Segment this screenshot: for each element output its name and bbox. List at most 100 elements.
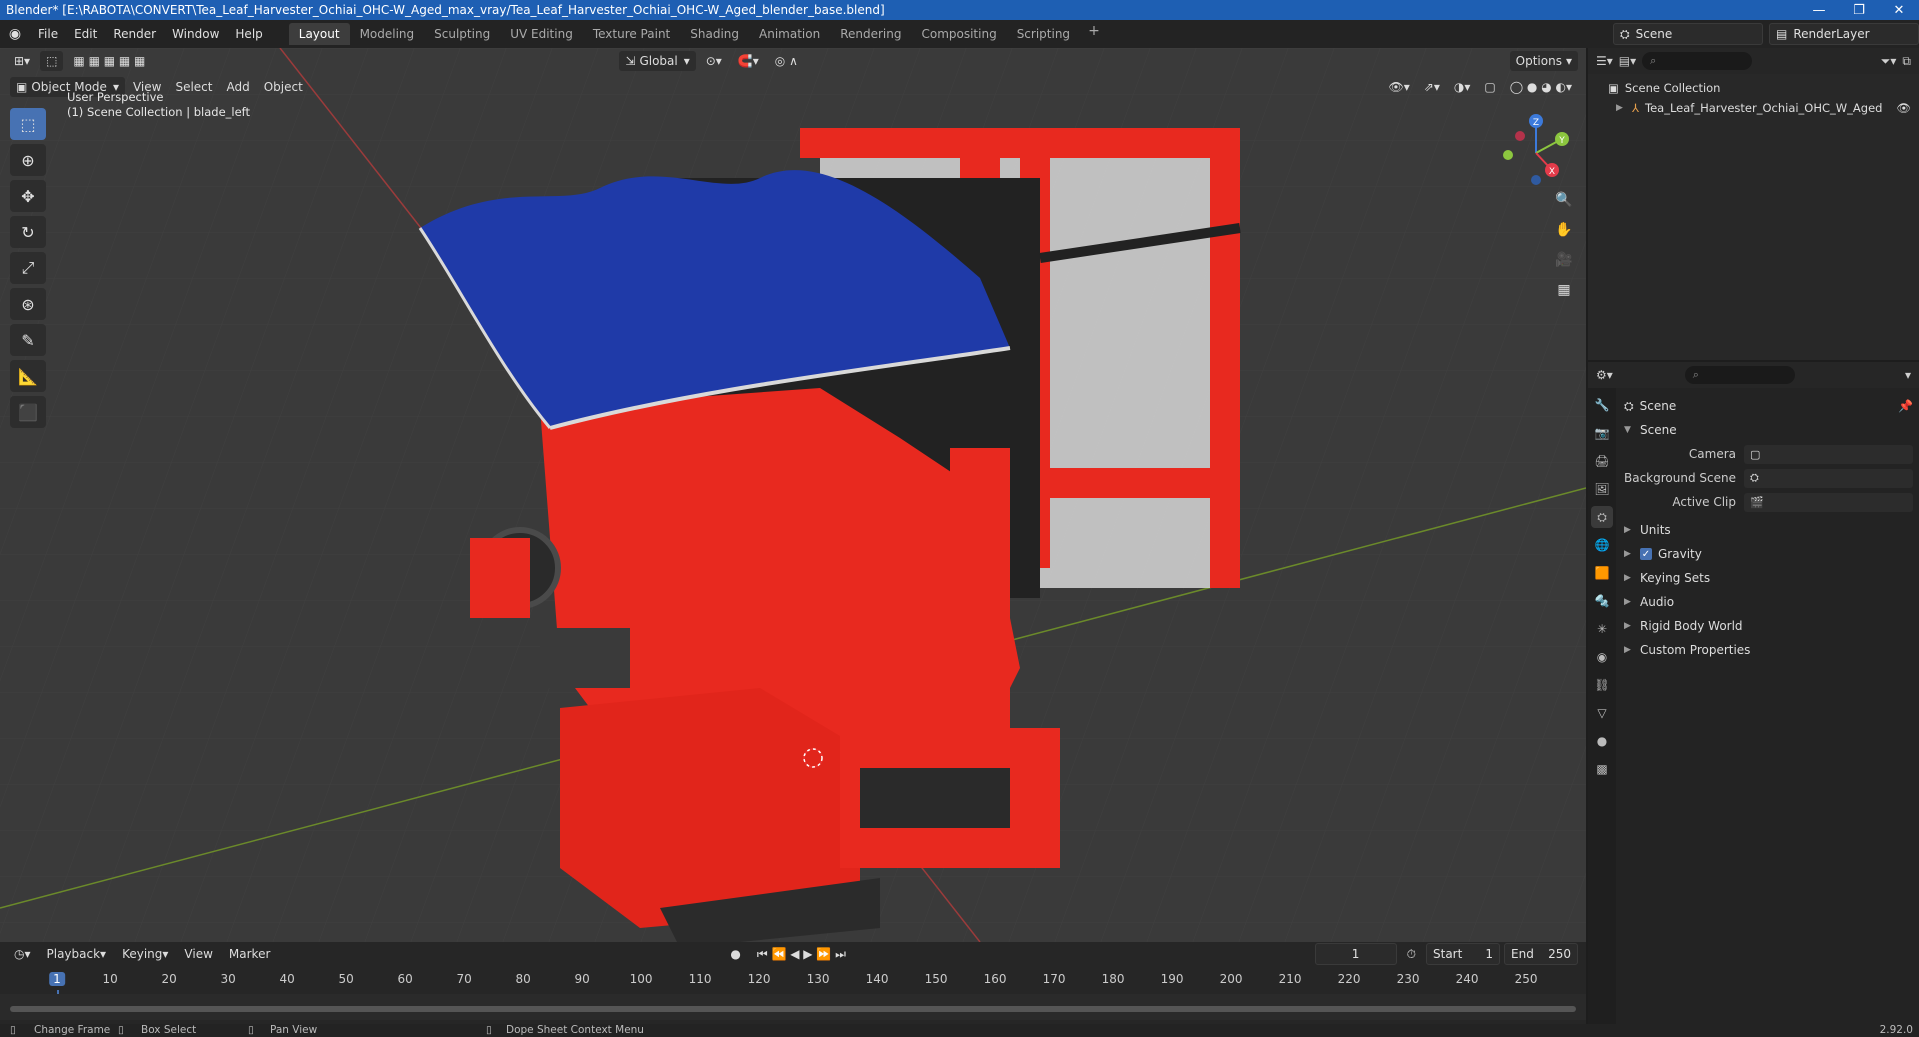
- menu-help[interactable]: Help: [227, 27, 270, 41]
- background-scene-field[interactable]: ⛭: [1744, 468, 1913, 488]
- ortho-grid-icon[interactable]: ▦: [1552, 278, 1576, 302]
- scene-selector[interactable]: ⛭ Scene: [1613, 23, 1763, 45]
- audio-panel[interactable]: ▶ Audio: [1624, 590, 1913, 614]
- data-tab-icon[interactable]: ▽: [1591, 702, 1613, 724]
- display-mode-icon[interactable]: ▤▾: [1619, 54, 1636, 68]
- world-tab-icon[interactable]: 🌐: [1591, 534, 1613, 556]
- menu-render[interactable]: Render: [105, 27, 164, 41]
- render-tab-icon[interactable]: 📷: [1591, 422, 1613, 444]
- tab-shading[interactable]: Shading: [680, 23, 749, 45]
- object-tab-icon[interactable]: 🟧: [1591, 562, 1613, 584]
- timeline-ruler[interactable]: 1 10 20 30 40 50 60 70 80 90 100 110 120 130 140 150 160…: [0, 970, 1586, 1020]
- playback-controls[interactable]: ⏮ ⏪ ◀ ▶ ⏩ ⏭: [751, 944, 852, 964]
- minimize-button[interactable]: —: [1799, 3, 1839, 18]
- visibility-eye-icon[interactable]: 👁: [1896, 101, 1911, 115]
- output-tab-icon[interactable]: 🖨: [1591, 450, 1613, 472]
- texture-tab-icon[interactable]: ▩: [1591, 758, 1613, 780]
- custom-properties-panel[interactable]: ▶ Custom Properties: [1624, 638, 1913, 662]
- move-tool-icon[interactable]: ✥: [10, 180, 46, 212]
- transform-orientation-dropdown[interactable]: ⇲ Global ▾: [619, 51, 696, 71]
- constraints-tab-icon[interactable]: ⛓: [1591, 674, 1613, 696]
- expand-arrow-icon[interactable]: ▶: [1616, 103, 1626, 113]
- view-layer-tab-icon[interactable]: 🖼: [1591, 478, 1613, 500]
- menu-playback[interactable]: Playback ▾: [41, 944, 113, 964]
- current-frame-field[interactable]: 1: [1314, 943, 1397, 965]
- menu-view[interactable]: View: [178, 944, 218, 964]
- pivot-point-icon[interactable]: ⊙▾: [700, 51, 728, 71]
- tab-modeling[interactable]: Modeling: [350, 23, 425, 45]
- select-tool-icon[interactable]: ⬚: [40, 51, 64, 71]
- maximize-button[interactable]: ❐: [1839, 3, 1879, 18]
- tab-rendering[interactable]: Rendering: [830, 23, 911, 45]
- editor-type-icon[interactable]: ⚙▾: [1596, 368, 1613, 382]
- menu-select[interactable]: Select: [169, 77, 218, 97]
- render-layer-selector[interactable]: ▤ RenderLayer: [1769, 23, 1919, 45]
- editor-type-icon[interactable]: ⊞▾: [8, 51, 36, 71]
- tab-layout[interactable]: Layout: [288, 23, 350, 45]
- shading-modes-icon[interactable]: ◯ ● ◕ ◐▾: [1504, 77, 1578, 97]
- proportional-editing-icon[interactable]: ◎ ∧: [769, 51, 804, 71]
- clock-icon[interactable]: ◷▾: [8, 944, 37, 964]
- selection-modes[interactable]: ▦ ▦ ▦ ▦ ▦: [67, 51, 151, 71]
- gravity-panel[interactable]: ▶ ✓ Gravity: [1624, 542, 1913, 566]
- filter-icon[interactable]: ⏷▾: [1881, 54, 1897, 69]
- material-tab-icon[interactable]: ●: [1591, 730, 1613, 752]
- tool-tab-icon[interactable]: 🔧: [1591, 394, 1613, 416]
- tab-compositing[interactable]: Compositing: [911, 23, 1006, 45]
- menu-add[interactable]: Add: [220, 77, 255, 97]
- scene-tab-icon[interactable]: ⛭: [1591, 506, 1613, 528]
- end-frame-field[interactable]: End 250: [1504, 943, 1578, 965]
- menu-object[interactable]: Object: [258, 77, 309, 97]
- modifier-tab-icon[interactable]: 🔩: [1591, 590, 1613, 612]
- outliner-search-input[interactable]: ⌕: [1642, 52, 1753, 70]
- tab-animation[interactable]: Animation: [749, 23, 830, 45]
- menu-file[interactable]: File: [30, 27, 66, 41]
- cursor-tool-icon[interactable]: ⊕: [10, 144, 46, 176]
- camera-field[interactable]: ▢: [1744, 444, 1913, 464]
- tab-texture-paint[interactable]: Texture Paint: [583, 23, 680, 45]
- new-collection-icon[interactable]: ⧉: [1902, 54, 1911, 69]
- close-button[interactable]: ✕: [1879, 3, 1919, 18]
- overlay-toggle-icon[interactable]: ◑▾: [1448, 77, 1477, 97]
- editor-type-icon[interactable]: ☰▾: [1596, 54, 1613, 68]
- pan-hand-icon[interactable]: ✋: [1552, 218, 1576, 242]
- measure-tool-icon[interactable]: 📐: [10, 360, 46, 392]
- 3d-viewport[interactable]: Z Y X ⊞▾ ⬚ ▦ ▦ ▦ ▦ ▦ ⇲ Global ▾ ⊙▾ 🧲▾ ◎ …: [0, 48, 1586, 942]
- scale-tool-icon[interactable]: ⤢: [10, 252, 46, 284]
- menu-edit[interactable]: Edit: [66, 27, 105, 41]
- physics-tab-icon[interactable]: ◉: [1591, 646, 1613, 668]
- outliner-row-scene-collection[interactable]: ▣ Scene Collection: [1608, 78, 1919, 98]
- units-panel[interactable]: ▶ Units: [1624, 518, 1913, 542]
- start-frame-field[interactable]: Start 1: [1426, 943, 1500, 965]
- keying-sets-panel[interactable]: ▶ Keying Sets: [1624, 566, 1913, 590]
- menu-window[interactable]: Window: [164, 27, 227, 41]
- rotate-tool-icon[interactable]: ↻: [10, 216, 46, 248]
- properties-search-input[interactable]: ⌕: [1684, 366, 1795, 384]
- pin-icon[interactable]: 📌: [1898, 399, 1913, 413]
- add-workspace-button[interactable]: +: [1080, 23, 1108, 45]
- record-icon[interactable]: ●: [724, 944, 746, 964]
- menu-marker[interactable]: Marker: [223, 944, 276, 964]
- tab-sculpting[interactable]: Sculpting: [424, 23, 500, 45]
- menu-keying[interactable]: Keying ▾: [116, 944, 174, 964]
- rigid-body-world-panel[interactable]: ▶ Rigid Body World: [1624, 614, 1913, 638]
- snap-icon[interactable]: 🧲▾: [732, 51, 765, 71]
- particles-tab-icon[interactable]: ✳: [1591, 618, 1613, 640]
- timeline-scrollbar[interactable]: [10, 1006, 1576, 1012]
- options-dropdown[interactable]: Options ▾: [1509, 51, 1578, 71]
- timeline-editor[interactable]: ◷▾ Playback ▾ Keying ▾ View Marker ● ⏮ ⏪…: [0, 942, 1586, 1024]
- outliner-row-object[interactable]: ▶ ⅄ Tea_Leaf_Harvester_Ochiai_OHC_W_Aged…: [1608, 98, 1919, 118]
- chevron-down-icon[interactable]: ▾: [1905, 368, 1911, 382]
- transform-tool-icon[interactable]: ⊛: [10, 288, 46, 320]
- active-clip-field[interactable]: 🎬: [1744, 492, 1913, 512]
- select-box-tool-icon[interactable]: ⬚: [10, 108, 46, 140]
- scene-section-header[interactable]: ▼ Scene: [1624, 418, 1913, 442]
- blender-logo-icon[interactable]: ◉: [0, 26, 30, 42]
- gizmo-toggle-icon[interactable]: ⇗▾: [1418, 77, 1446, 97]
- visibility-icon[interactable]: 👁▾: [1383, 77, 1416, 97]
- stopwatch-icon[interactable]: ⏱: [1401, 944, 1422, 964]
- zoom-icon[interactable]: 🔍: [1552, 188, 1576, 212]
- add-cube-tool-icon[interactable]: ⬛: [10, 396, 46, 428]
- xray-toggle-icon[interactable]: ▢: [1478, 77, 1501, 97]
- annotate-tool-icon[interactable]: ✎: [10, 324, 46, 356]
